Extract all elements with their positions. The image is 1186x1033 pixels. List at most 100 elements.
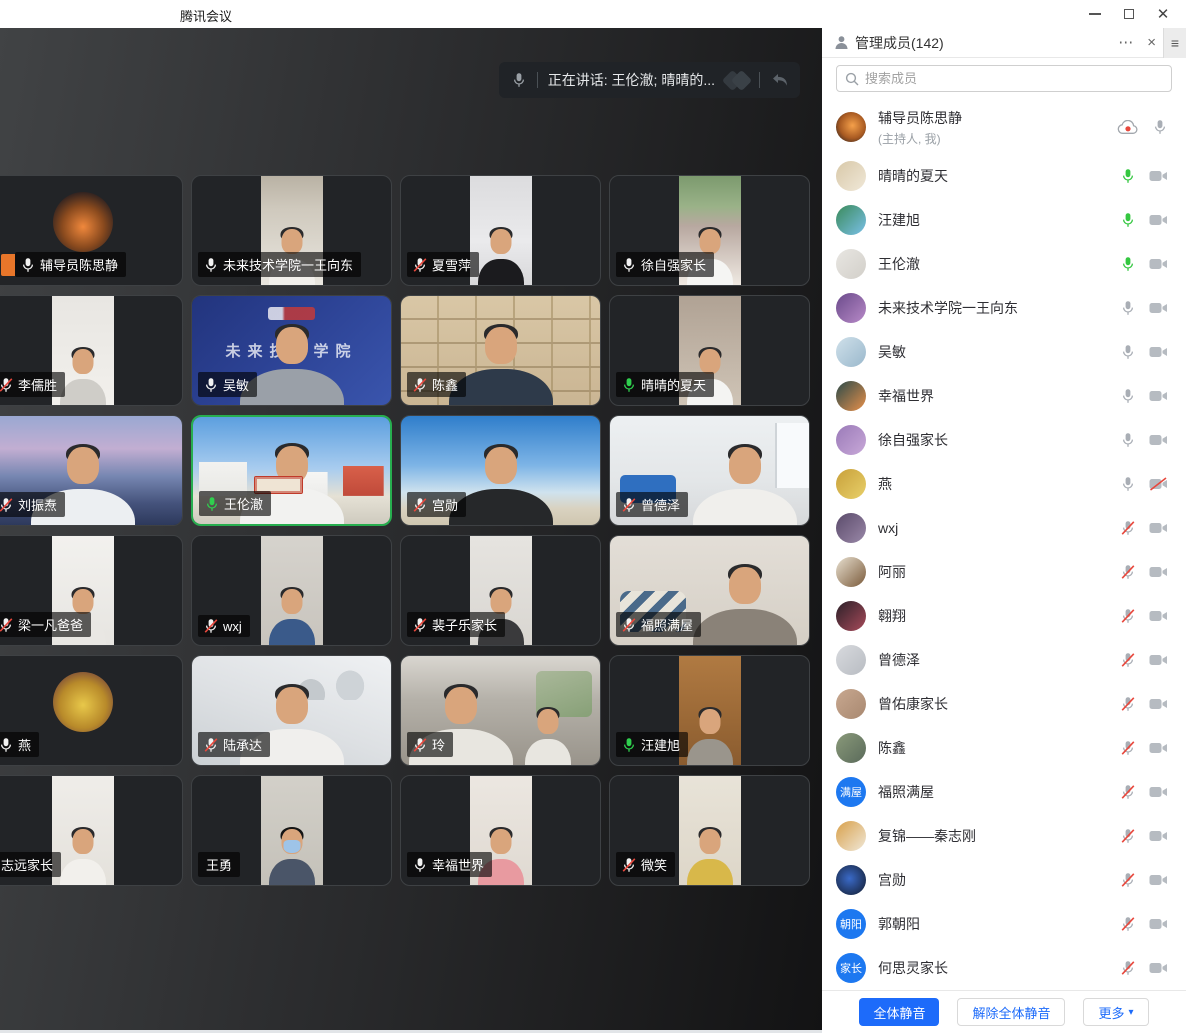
mic-muted-icon xyxy=(0,497,14,513)
video-tile[interactable]: 志远家长 xyxy=(0,775,183,886)
member-row[interactable]: 曾佑康家长 xyxy=(822,682,1186,726)
tile-name-label: 裴子乐家长 xyxy=(407,612,505,637)
undo-arrow-icon[interactable] xyxy=(770,72,790,88)
speaking-text: 正在讲话: 王伦澈; 晴晴的... xyxy=(548,70,715,90)
member-row[interactable]: wxj xyxy=(822,506,1186,550)
mic-icon xyxy=(1120,212,1136,228)
unmute-all-button[interactable]: 解除全体静音 xyxy=(957,998,1065,1026)
video-tile[interactable]: 未来技术学院 吴敏 xyxy=(191,295,392,406)
participant-figure xyxy=(264,587,320,645)
camera-icon xyxy=(1149,785,1168,799)
tile-name-label: 燕 xyxy=(0,732,39,757)
avatar: 家长 xyxy=(836,953,866,983)
member-row[interactable]: 辅导员陈思静(主持人, 我) xyxy=(822,100,1186,154)
video-feed xyxy=(679,776,741,885)
mic-muted-icon xyxy=(1120,872,1136,888)
video-tile[interactable]: 宫勋 xyxy=(400,415,601,526)
video-tile[interactable]: 曾德泽 xyxy=(609,415,810,526)
member-row[interactable]: 汪建旭 xyxy=(822,198,1186,242)
member-row[interactable]: 复锦——秦志刚 xyxy=(822,814,1186,858)
video-tile[interactable]: 陈鑫 xyxy=(400,295,601,406)
camera-icon xyxy=(1149,389,1168,403)
member-name: 郭朝阳 xyxy=(878,914,920,934)
tile-name-label: 王伦澈 xyxy=(199,491,271,516)
camera-icon xyxy=(1149,653,1168,667)
member-row[interactable]: 阿丽 xyxy=(822,550,1186,594)
mic-icon xyxy=(621,737,637,753)
app-title: 腾讯会议 xyxy=(180,6,232,25)
video-tile[interactable]: 陆承达 xyxy=(191,655,392,766)
video-tile[interactable]: 徐自强家长 xyxy=(609,175,810,286)
member-row[interactable]: 宫勋 xyxy=(822,858,1186,902)
mic-icon xyxy=(412,857,428,873)
camera-off-icon xyxy=(1149,477,1168,491)
tile-name-label: 晴晴的夏天 xyxy=(616,372,714,397)
maximize-icon xyxy=(1124,9,1134,19)
member-name: 翱翔 xyxy=(878,606,906,626)
video-tile[interactable]: 汪建旭 xyxy=(609,655,810,766)
member-row[interactable]: 满屋福照满屋 xyxy=(822,770,1186,814)
minimize-button[interactable] xyxy=(1078,0,1112,28)
member-name: 幸福世界 xyxy=(878,386,934,406)
mic-icon xyxy=(621,377,637,393)
video-tile[interactable]: 辅导员陈思静 xyxy=(0,175,183,286)
member-row[interactable]: 王伦澈 xyxy=(822,242,1186,286)
avatar xyxy=(836,469,866,499)
mic-icon xyxy=(621,257,637,273)
camera-icon xyxy=(1149,873,1168,887)
video-tile[interactable]: 晴晴的夏天 xyxy=(609,295,810,406)
search-input[interactable] xyxy=(865,71,1163,86)
member-name: 徐自强家长 xyxy=(878,430,948,450)
video-tile[interactable]: 幸福世界 xyxy=(400,775,601,886)
video-tile[interactable]: 王勇 xyxy=(191,775,392,886)
panel-menu-button[interactable]: ≡ xyxy=(1163,28,1186,58)
member-row[interactable]: 未来技术学院一王向东 xyxy=(822,286,1186,330)
search-box[interactable] xyxy=(836,65,1172,92)
tile-name-label: wxj xyxy=(198,615,250,637)
member-row[interactable]: 翱翔 xyxy=(822,594,1186,638)
video-tile[interactable]: 燕 xyxy=(0,655,183,766)
mic-muted-icon xyxy=(203,737,219,753)
mic-muted-icon xyxy=(1120,652,1136,668)
video-tile[interactable]: wxj xyxy=(191,535,392,646)
video-tile[interactable]: 李儒胜 xyxy=(0,295,183,406)
member-name: 未来技术学院一王向东 xyxy=(878,298,1018,318)
maximize-button[interactable] xyxy=(1112,0,1146,28)
more-button[interactable]: 更多 ▾ xyxy=(1083,998,1148,1026)
mute-all-button[interactable]: 全体静音 xyxy=(859,998,939,1026)
panel-more-button[interactable]: ⋯ xyxy=(1111,28,1140,58)
tile-name-label: 夏雪萍 xyxy=(407,252,479,277)
member-row[interactable]: 家长何思灵家长 xyxy=(822,946,1186,990)
member-name: 辅导员陈思静 xyxy=(878,108,962,128)
panel-close-button[interactable]: × xyxy=(1140,28,1163,58)
video-tile[interactable]: 夏雪萍 xyxy=(400,175,601,286)
member-row[interactable]: 陈鑫 xyxy=(822,726,1186,770)
divider xyxy=(759,72,760,88)
mic-icon xyxy=(1120,432,1136,448)
video-tile[interactable]: 福照满屋 xyxy=(609,535,810,646)
video-tile[interactable]: 刘振焘 xyxy=(0,415,183,526)
member-row[interactable]: 吴敏 xyxy=(822,330,1186,374)
member-row[interactable]: 晴晴的夏天 xyxy=(822,154,1186,198)
member-row[interactable]: 幸福世界 xyxy=(822,374,1186,418)
mic-muted-icon xyxy=(621,857,637,873)
member-list: 辅导员陈思静(主持人, 我) 晴晴的夏天 汪建旭 王伦澈 未来技术学院一王向东 … xyxy=(822,98,1186,990)
mic-muted-icon xyxy=(412,737,428,753)
video-tile[interactable]: 玲 xyxy=(400,655,601,766)
member-row[interactable]: 朝阳郭朝阳 xyxy=(822,902,1186,946)
participant-avatar xyxy=(53,672,113,732)
mic-muted-icon xyxy=(412,377,428,393)
video-tile[interactable]: 微笑 xyxy=(609,775,810,886)
tile-name-label: 曾德泽 xyxy=(616,492,688,517)
close-button[interactable]: ✕ xyxy=(1146,0,1180,28)
video-tile[interactable]: 梁一凡爸爸 xyxy=(0,535,183,646)
video-tile[interactable]: 王伦澈 xyxy=(191,415,392,526)
participant-figure xyxy=(685,567,805,645)
avatar xyxy=(836,293,866,323)
video-tile[interactable]: 未来技术学院一王向东 xyxy=(191,175,392,286)
member-row[interactable]: 燕 xyxy=(822,462,1186,506)
avatar xyxy=(836,513,866,543)
video-tile[interactable]: 裴子乐家长 xyxy=(400,535,601,646)
member-row[interactable]: 曾德泽 xyxy=(822,638,1186,682)
member-row[interactable]: 徐自强家长 xyxy=(822,418,1186,462)
